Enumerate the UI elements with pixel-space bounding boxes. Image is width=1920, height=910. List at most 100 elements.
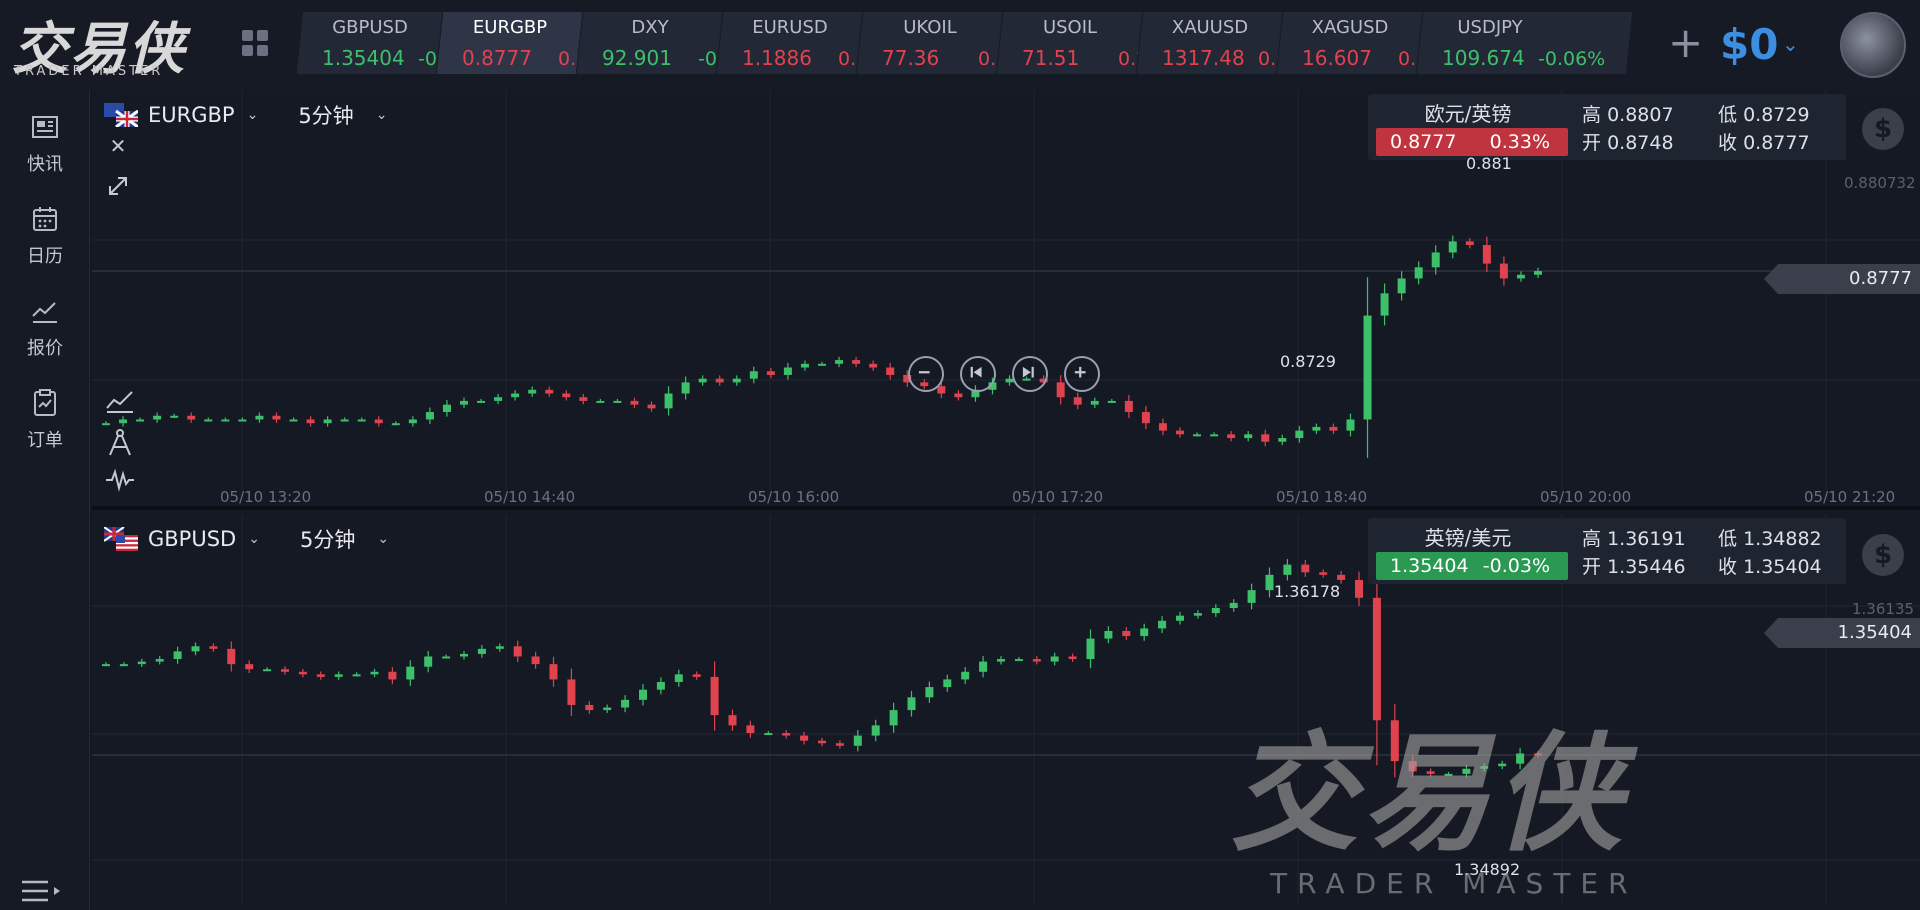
ticker-xagusd[interactable]: XAGUSD 16.607 0.12% — [1276, 12, 1424, 74]
candle-body — [943, 679, 952, 688]
ticker-gbpusd[interactable]: GBPUSD 1.35404 -0.03% — [296, 12, 444, 74]
candle-body — [746, 725, 755, 734]
expand-menu-icon[interactable] — [22, 878, 62, 906]
skip-back-button[interactable] — [960, 356, 996, 392]
ticker-symbol: DXY — [631, 17, 669, 38]
pair-full-name: 欧元/英镑 — [1424, 102, 1512, 126]
candle-body — [749, 371, 758, 379]
sidebar-item-label: 快讯 — [27, 154, 63, 175]
ticker-usoil[interactable]: USOIL 71.51 0.25% — [996, 12, 1144, 74]
balance[interactable]: $0 — [1720, 20, 1778, 69]
sidebar-item-news[interactable]: 快讯 — [0, 112, 90, 192]
grid-menu-icon[interactable] — [242, 30, 272, 60]
calendar-icon — [33, 207, 57, 231]
candle-body — [1346, 419, 1355, 431]
add-icon[interactable]: + — [1668, 22, 1703, 64]
candle-body — [1372, 597, 1381, 721]
ticker-dxy[interactable]: DXY 92.901 -0.06% — [576, 12, 724, 74]
ticker-xauusd[interactable]: XAUUSD 1317.48 0.09% — [1136, 12, 1284, 74]
candle-body — [800, 363, 809, 368]
skip-forward-button[interactable] — [1012, 356, 1048, 392]
sidebar-item-calendar[interactable]: 日历 — [0, 204, 90, 284]
candle-body — [442, 656, 451, 659]
candle-body — [613, 400, 622, 403]
avatar[interactable] — [1840, 12, 1906, 78]
ticker-eurgbp[interactable]: EURGBP 0.8777 0.33% — [436, 12, 584, 74]
candle-body — [549, 664, 558, 680]
ticker-ukoil[interactable]: UKOIL 77.36 0.31% — [856, 12, 1004, 74]
dollar-trade-icon[interactable]: $ — [1862, 534, 1904, 576]
candle-body — [937, 386, 946, 394]
candle-body — [871, 725, 880, 736]
ticker-eurusd[interactable]: EURUSD 1.1886 0.19% — [716, 12, 864, 74]
timeframe-selector[interactable]: 5分钟 — [300, 524, 355, 554]
candle-body — [710, 676, 719, 716]
open-value: 0.8748 — [1607, 132, 1674, 154]
indicator-icon[interactable] — [104, 384, 136, 416]
expand-icon[interactable] — [102, 170, 134, 202]
candle-body — [442, 404, 451, 413]
timeframe-selector[interactable]: 5分钟 — [298, 100, 353, 130]
candle-body — [424, 656, 433, 667]
ticker-price: 0.8777 — [462, 46, 532, 70]
ticker-usdjpy[interactable]: USDJPY 109.674 -0.06% — [1416, 12, 1634, 74]
candle-body — [425, 412, 434, 420]
sidebar-item-orders[interactable]: 订单 — [0, 388, 90, 468]
chevron-down-icon[interactable]: ⌄ — [377, 531, 389, 547]
logo-text-en: TRADER MASTER — [14, 64, 164, 79]
waveform-icon[interactable] — [104, 464, 136, 496]
candle-body — [136, 419, 145, 422]
candle-body — [545, 389, 554, 394]
time-tick-label: 05/10 14:40 — [484, 488, 576, 506]
candle-body — [406, 666, 415, 680]
pair-selector[interactable]: GBPUSD ⌄ 5分钟 ⌄ — [104, 522, 389, 556]
candle-body — [255, 415, 264, 420]
watermark-text-en: TRADER MASTER — [1270, 867, 1638, 900]
close-label: 收 — [1718, 556, 1738, 578]
candle-body — [585, 704, 594, 711]
trading-app: 交易侠 TRADER MASTER GBPUSD 1.35404 -0.03% EUR… — [0, 0, 1920, 910]
candle-body — [1295, 430, 1304, 439]
candle-body — [567, 679, 576, 705]
high-value: 0.8807 — [1607, 104, 1674, 126]
ticker-symbol: USDJPY — [1457, 17, 1523, 38]
chevron-down-icon[interactable]: ⌄ — [248, 531, 260, 547]
candle-body — [1229, 602, 1238, 608]
candle-body — [630, 400, 639, 405]
change-value: 0.33% — [1489, 131, 1550, 153]
candle-body — [357, 419, 366, 422]
ticker-symbol: XAUUSD — [1171, 17, 1249, 38]
chevron-down-icon[interactable]: ⌄ — [1782, 32, 1799, 56]
chevron-down-icon[interactable]: ⌄ — [247, 107, 259, 123]
candle-body — [316, 674, 325, 677]
candle-body — [1122, 630, 1131, 637]
close-icon[interactable]: ✕ — [102, 130, 134, 162]
logo[interactable]: 交易侠 TRADER MASTER — [12, 4, 202, 82]
sidebar-item-label: 订单 — [27, 430, 63, 451]
time-tick-label: 05/10 16:00 — [748, 488, 840, 506]
candle-body — [562, 393, 571, 398]
quote-chart-icon — [32, 302, 57, 323]
close-value: 1.35404 — [1743, 556, 1822, 578]
change-value: -0.03% — [1482, 555, 1550, 577]
candle-body — [306, 419, 315, 424]
zoom-in-button[interactable] — [1064, 356, 1100, 392]
sidebar-item-quotes[interactable]: 报价 — [0, 296, 90, 376]
candle-body — [1283, 564, 1292, 575]
candle-body — [692, 674, 701, 677]
candle-body — [1482, 245, 1491, 264]
chevron-down-icon[interactable]: ⌄ — [376, 107, 388, 123]
zoom-out-button[interactable] — [908, 356, 944, 392]
candle-body — [925, 687, 934, 698]
candle-body — [1090, 400, 1099, 405]
candle-body — [954, 393, 963, 398]
candle-body — [782, 733, 791, 736]
candle-body — [1337, 574, 1346, 580]
candle-body — [1032, 659, 1041, 662]
drawing-tool-icon[interactable] — [104, 427, 136, 459]
pair-selector[interactable]: EURGBP ⌄ 5分钟 ⌄ — [104, 98, 387, 132]
candle-body — [1056, 382, 1065, 398]
time-tick-label: 05/10 13:20 — [220, 488, 312, 506]
candle-body — [1050, 656, 1059, 662]
dollar-trade-icon[interactable]: $ — [1862, 108, 1904, 150]
